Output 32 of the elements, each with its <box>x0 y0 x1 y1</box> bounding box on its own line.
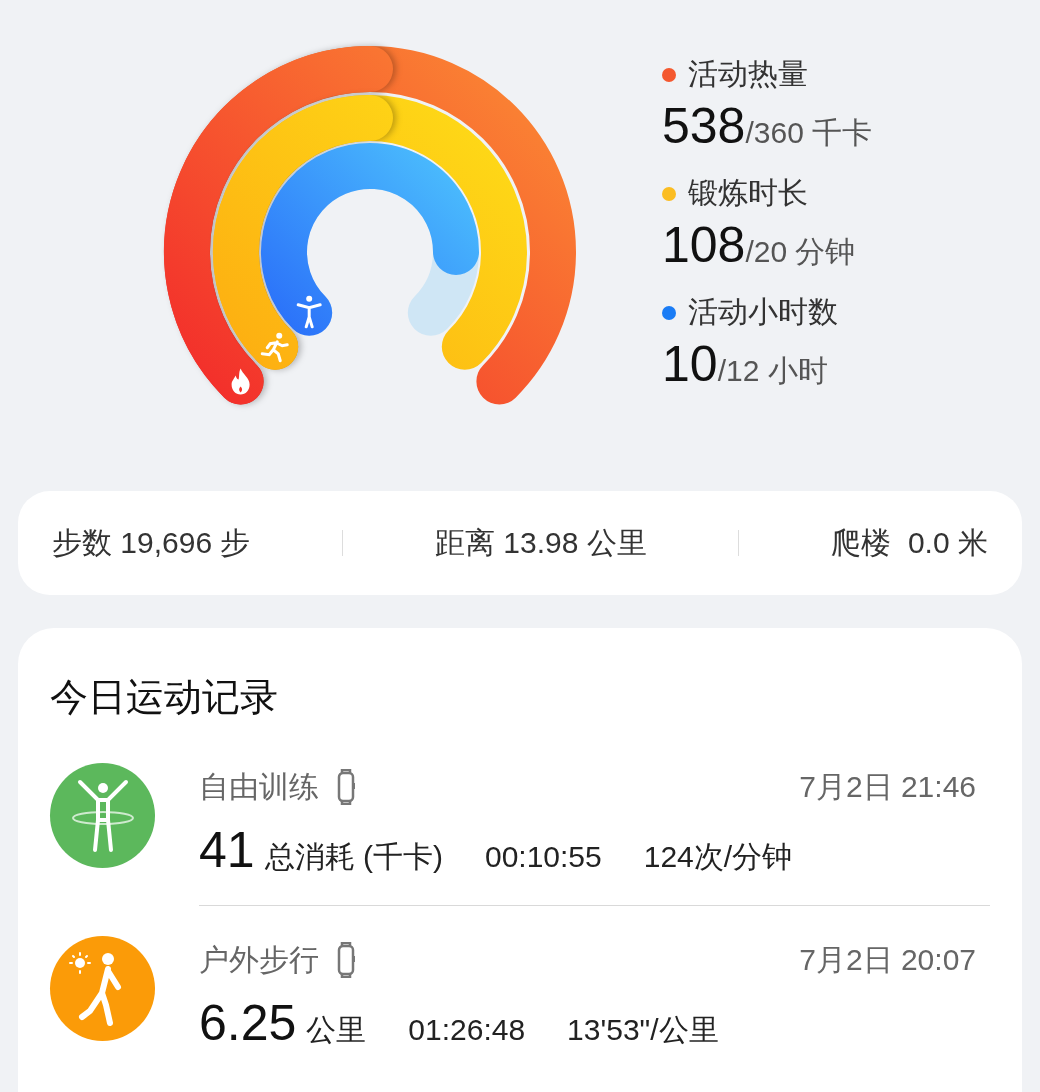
goal-text: /360 千卡 <box>745 116 873 151</box>
flame-icon <box>231 368 250 395</box>
stat-text: 距离 13.98 公里 <box>434 524 647 561</box>
workout-value: 6.25 <box>199 994 297 1052</box>
progress-value: 538 <box>662 97 746 155</box>
goal-text: /12 小时 <box>717 354 828 389</box>
goal-text: /20 分钟 <box>745 235 856 270</box>
progress-value: 108 <box>662 216 746 274</box>
workout-time: 7月2日 21:46 <box>799 768 976 805</box>
workout-duration: 01:26:48 <box>408 1013 526 1047</box>
workout-record[interactable]: 户外步行 7月2日 20:07 6.25 公里 01:26:48 13'53"/公里 <box>50 936 990 1052</box>
workout-time: 7月2日 20:07 <box>799 941 976 978</box>
progress-value: 10 <box>662 335 718 393</box>
workout-name: 户外步行 <box>199 941 319 978</box>
runner-icon <box>260 332 289 363</box>
workout-name: 自由训练 <box>199 768 319 805</box>
stat-text: 步数 19,696 步 <box>52 524 251 561</box>
workout-rate: 124次/分钟 <box>643 839 793 875</box>
workout-value: 41 <box>199 821 255 879</box>
watch-icon <box>337 769 355 805</box>
workout-rate: 13'53"/公里 <box>567 1012 719 1048</box>
watch-icon <box>337 942 355 978</box>
stat-text: 爬楼 0.0 米 <box>831 524 988 561</box>
workout-unit: 总消耗 (千卡) <box>264 839 443 875</box>
workout-unit: 公里 <box>306 1012 367 1048</box>
section-title: 今日运动记录 <box>50 675 279 720</box>
legend-label: 活动小时数 <box>688 294 838 330</box>
legend-label: 锻炼时长 <box>688 175 808 211</box>
legend-label: 活动热量 <box>688 56 808 92</box>
workout-record[interactable]: 自由训练 7月2日 21:46 41 总消耗 (千卡) 00:10:55 124次/分钟 <box>50 763 990 879</box>
workout-duration: 00:10:55 <box>484 840 602 874</box>
person-icon <box>296 295 322 329</box>
